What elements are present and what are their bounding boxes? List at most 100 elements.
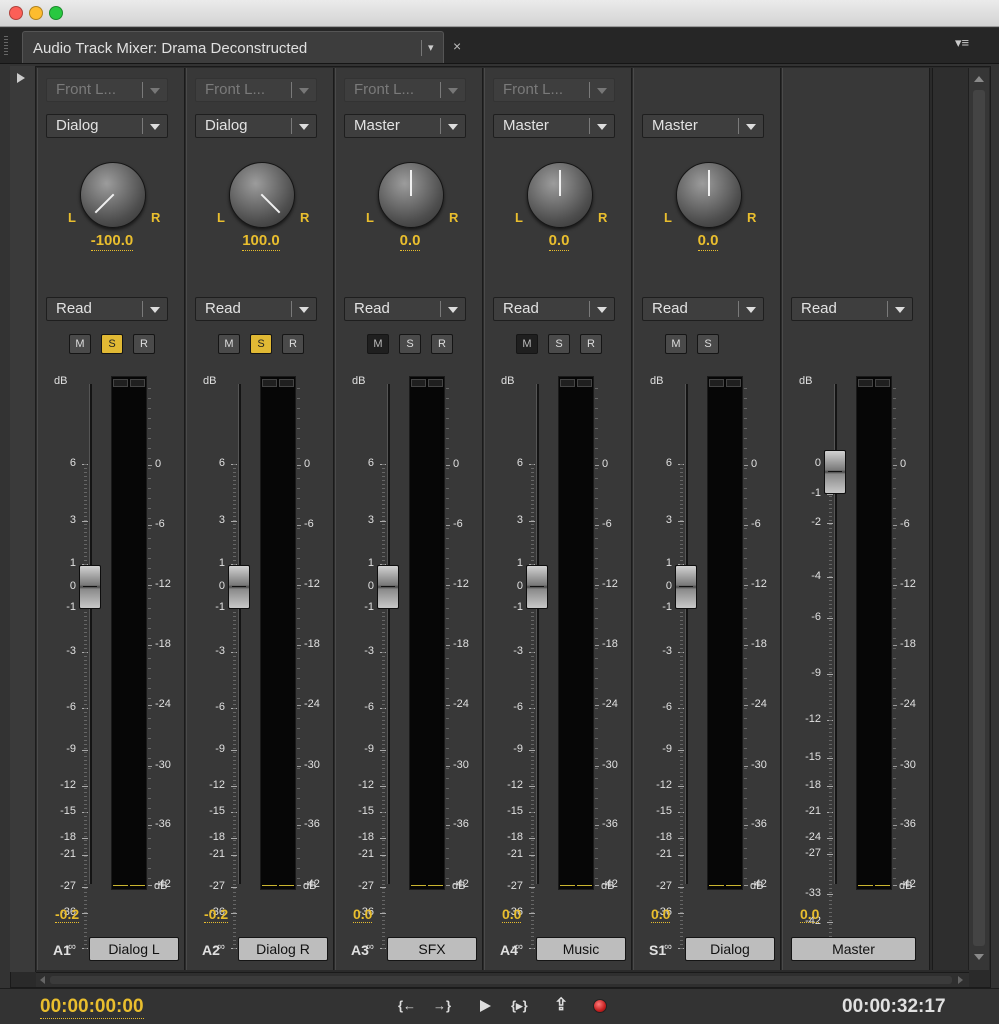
scroll-left-arrow-icon[interactable] <box>40 976 45 984</box>
vertical-scrollbar[interactable] <box>968 68 989 970</box>
record-button[interactable] <box>593 999 607 1013</box>
track-volume-value[interactable]: -0.2 <box>204 906 229 923</box>
automation-mode-select[interactable]: Read <box>642 297 764 321</box>
mute-button[interactable]: M <box>516 334 538 354</box>
meter-minor-tick <box>148 658 151 659</box>
tab-audio-track-mixer[interactable]: Audio Track Mixer: Drama Deconstructed ▾… <box>22 31 461 63</box>
volume-fader-handle[interactable] <box>79 565 101 609</box>
volume-fader-handle[interactable] <box>377 565 399 609</box>
horizontal-scrollbar[interactable] <box>36 972 969 987</box>
output-select[interactable]: Master <box>642 114 764 138</box>
fader-scale-label: -1 <box>66 601 76 613</box>
input-select[interactable]: Front L... <box>46 78 168 102</box>
peak-indicator-right[interactable] <box>726 379 741 387</box>
play-in-to-out-button[interactable]: {▸} <box>511 998 528 1014</box>
output-select[interactable]: Dialog <box>46 114 168 138</box>
meter-minor-tick <box>744 848 747 849</box>
automation-mode-select[interactable]: Read <box>344 297 466 321</box>
solo-button[interactable]: S <box>399 334 421 354</box>
volume-fader-handle[interactable] <box>526 565 548 609</box>
peak-indicator-left[interactable] <box>560 379 575 387</box>
pan-value[interactable]: 0.0 <box>634 232 782 251</box>
automation-mode-select[interactable]: Read <box>791 297 913 321</box>
fader-minor-tick <box>680 504 683 505</box>
effects-disclosure-toggle[interactable] <box>10 66 36 972</box>
track-name[interactable]: Master <box>791 937 916 961</box>
output-select[interactable]: Dialog <box>195 114 317 138</box>
scroll-right-arrow-icon[interactable] <box>958 976 963 984</box>
output-select[interactable]: Master <box>493 114 615 138</box>
volume-fader-handle[interactable] <box>675 565 697 609</box>
automation-mode-select[interactable]: Read <box>46 297 168 321</box>
minimize-window-button[interactable] <box>29 6 43 20</box>
pan-value[interactable]: -100.0 <box>38 232 186 251</box>
pan-value[interactable]: 100.0 <box>187 232 335 251</box>
go-to-in-point-button[interactable]: {← <box>398 998 416 1013</box>
record-enable-button[interactable]: R <box>282 334 304 354</box>
track-volume-value[interactable]: 0.0 <box>651 906 671 923</box>
pan-knob[interactable] <box>378 162 444 228</box>
pan-knob[interactable] <box>676 162 742 228</box>
current-timecode[interactable]: 00:00:00:00 <box>40 996 144 1019</box>
tab-menu-chevron-icon[interactable]: ▾ <box>421 40 434 56</box>
automation-mode-select[interactable]: Read <box>195 297 317 321</box>
record-enable-button[interactable]: R <box>133 334 155 354</box>
automation-mode-select[interactable]: Read <box>493 297 615 321</box>
zoom-window-button[interactable] <box>49 6 63 20</box>
mute-button[interactable]: M <box>69 334 91 354</box>
peak-indicator-right[interactable] <box>875 379 890 387</box>
volume-fader-handle[interactable] <box>228 565 250 609</box>
track-name[interactable]: Dialog R <box>238 937 328 961</box>
track-name[interactable]: SFX <box>387 937 477 961</box>
pan-value[interactable]: 0.0 <box>485 232 633 251</box>
scroll-down-arrow-icon[interactable] <box>974 954 984 960</box>
pan-knob[interactable] <box>527 162 593 228</box>
input-select[interactable]: Front L... <box>195 78 317 102</box>
track-name[interactable]: Dialog <box>685 937 775 961</box>
peak-indicator-right[interactable] <box>577 379 592 387</box>
track-name[interactable]: Music <box>536 937 626 961</box>
input-select[interactable]: Front L... <box>493 78 615 102</box>
peak-indicator-left[interactable] <box>858 379 873 387</box>
mute-button[interactable]: M <box>665 334 687 354</box>
solo-button[interactable]: S <box>101 334 123 354</box>
horizontal-scroll-thumb[interactable] <box>50 976 952 984</box>
solo-button[interactable]: S <box>697 334 719 354</box>
scroll-up-arrow-icon[interactable] <box>974 76 984 82</box>
peak-indicator-right[interactable] <box>130 379 145 387</box>
panel-menu-icon[interactable]: ▾≡ <box>955 35 969 51</box>
track-volume-value[interactable]: 0.0 <box>800 906 820 923</box>
track-name[interactable]: Dialog L <box>89 937 179 961</box>
peak-indicator-left[interactable] <box>709 379 724 387</box>
tab-close-icon[interactable]: × <box>453 38 461 54</box>
mute-button[interactable]: M <box>218 334 240 354</box>
track-volume-value[interactable]: -0.2 <box>55 906 80 923</box>
solo-button[interactable]: S <box>548 334 570 354</box>
play-button[interactable] <box>480 1000 491 1012</box>
fader-minor-tick <box>233 788 236 789</box>
output-select[interactable]: Master <box>344 114 466 138</box>
record-enable-button[interactable]: R <box>431 334 453 354</box>
track-volume-value[interactable]: 0.0 <box>502 906 522 923</box>
peak-indicator-left[interactable] <box>411 379 426 387</box>
peak-indicator-left[interactable] <box>113 379 128 387</box>
fader-minor-tick <box>84 792 87 793</box>
input-select[interactable]: Front L... <box>344 78 466 102</box>
record-enable-button[interactable]: R <box>580 334 602 354</box>
panel-grip-icon[interactable] <box>4 36 8 56</box>
pan-knob[interactable] <box>80 162 146 228</box>
volume-fader-handle[interactable] <box>824 450 846 494</box>
mute-button[interactable]: M <box>367 334 389 354</box>
peak-indicator-right[interactable] <box>428 379 443 387</box>
solo-button[interactable]: S <box>250 334 272 354</box>
loop-button[interactable]: ⇪ <box>554 995 568 1015</box>
go-to-out-point-button[interactable]: →} <box>433 998 451 1013</box>
pan-value[interactable]: 0.0 <box>336 232 484 251</box>
track-id: S1 <box>649 942 667 958</box>
peak-indicator-right[interactable] <box>279 379 294 387</box>
peak-indicator-left[interactable] <box>262 379 277 387</box>
vertical-scroll-thumb[interactable] <box>973 90 985 946</box>
close-window-button[interactable] <box>9 6 23 20</box>
pan-knob[interactable] <box>229 162 295 228</box>
track-volume-value[interactable]: 0.0 <box>353 906 373 923</box>
